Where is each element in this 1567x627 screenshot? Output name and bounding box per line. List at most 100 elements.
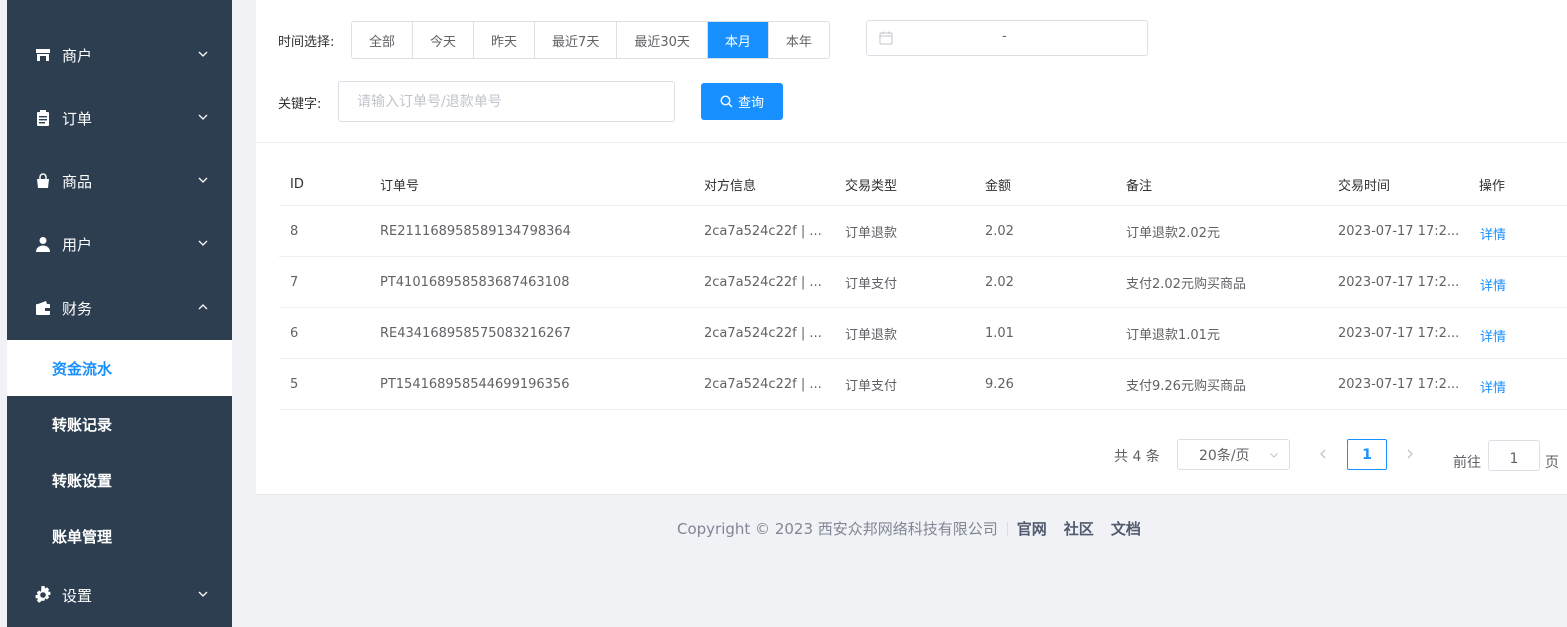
sidebar-item-settings[interactable]: 设置 (7, 575, 232, 615)
cell-note: 订单退款2.02元 (1126, 225, 1220, 241)
next-page-icon[interactable] (1403, 447, 1417, 461)
sidebar-item-order[interactable]: 订单 (7, 98, 232, 138)
fund-flow-card: 时间选择: 全部 今天 昨天 最近7天 最近30天 本月 本年 - 关键字: 查… (256, 0, 1567, 495)
page-unit-label: 页 (1545, 455, 1559, 471)
cell-amount: 2.02 (985, 223, 1014, 239)
sidebar-item-merchant[interactable]: 商户 (7, 35, 232, 75)
cell-note: 支付2.02元购买商品 (1126, 276, 1246, 292)
wallet-icon (34, 299, 52, 317)
time-option-this-year[interactable]: 本年 (768, 22, 829, 58)
sidebar-subitem-transfer-settings[interactable]: 转账设置 (7, 452, 232, 508)
table-row: 6 RE434168958575083216267 2ca7a524c22f |… (279, 308, 1567, 359)
column-header-counterparty: 对方信息 (704, 178, 757, 194)
page-size-select[interactable]: 20条/页 (1177, 439, 1290, 470)
goto-label: 前往 (1453, 455, 1481, 471)
detail-link[interactable]: 详情 (1480, 257, 1506, 307)
cell-order-no: PT410168958583687463108 (380, 274, 570, 290)
filter-divider (256, 142, 1567, 143)
table-header: ID 订单号 对方信息 交易类型 金额 备注 交易时间 操作 (279, 163, 1567, 206)
cell-type: 订单支付 (845, 276, 898, 292)
goto-page-input[interactable] (1488, 440, 1540, 471)
sidebar-subitem-fund-flow[interactable]: 资金流水 (7, 340, 232, 396)
left-edge (0, 0, 7, 627)
cell-counterparty: 2ca7a524c22f | ... (704, 274, 822, 290)
time-range-selector: 全部 今天 昨天 最近7天 最近30天 本月 本年 (351, 21, 830, 59)
footer-link-docs[interactable]: 文档 (1111, 518, 1141, 539)
footer: Copyright © 2023 西安众邦网络科技有限公司 官网 社区 文档 (677, 518, 1158, 539)
chevron-down-icon (198, 51, 208, 57)
cell-time: 2023-07-17 17:2... (1338, 223, 1460, 239)
cell-time: 2023-07-17 17:2... (1338, 376, 1460, 392)
sidebar-item-label: 财务 (62, 299, 93, 318)
cell-time: 2023-07-17 17:2... (1338, 274, 1460, 290)
user-icon (34, 235, 52, 253)
cell-order-no: RE211168958589134798364 (380, 223, 571, 239)
sidebar-subitem-bill-management[interactable]: 账单管理 (7, 508, 232, 564)
chevron-up-icon (198, 304, 208, 310)
time-option-yesterday[interactable]: 昨天 (474, 22, 536, 58)
copyright-text: Copyright © 2023 西安众邦网络科技有限公司 (677, 520, 998, 538)
page-number-current[interactable]: 1 (1347, 439, 1387, 470)
clipboard-icon (34, 109, 52, 127)
footer-link-community[interactable]: 社区 (1064, 518, 1094, 539)
table-row: 5 PT154168958544699196356 2ca7a524c22f |… (279, 359, 1567, 410)
prev-page-icon[interactable] (1316, 447, 1330, 461)
date-range-picker[interactable]: - (866, 20, 1148, 56)
sidebar-item-label: 订单 (62, 109, 93, 128)
cell-id: 6 (290, 325, 299, 341)
keyword-search-input[interactable] (338, 81, 675, 122)
time-option-today[interactable]: 今天 (413, 22, 475, 58)
chevron-down-icon (198, 114, 208, 120)
sidebar-item-label: 商品 (62, 172, 93, 191)
chevron-down-icon (198, 591, 208, 597)
detail-link[interactable]: 详情 (1480, 308, 1506, 358)
cell-time: 2023-07-17 17:2... (1338, 325, 1460, 341)
time-option-last-30-days[interactable]: 最近30天 (617, 22, 708, 58)
pagination-total: 共 4 条 (1114, 449, 1160, 465)
time-option-last-7-days[interactable]: 最近7天 (535, 22, 618, 58)
cell-counterparty: 2ca7a524c22f | ... (704, 376, 822, 392)
sidebar-item-user[interactable]: 用户 (7, 224, 232, 264)
time-option-all[interactable]: 全部 (352, 22, 414, 58)
cell-order-no: RE434168958575083216267 (380, 325, 571, 341)
search-button[interactable]: 查询 (701, 83, 783, 120)
time-filter-label: 时间选择: (278, 35, 335, 50)
chevron-down-icon (198, 177, 208, 183)
cell-note: 订单退款1.01元 (1126, 327, 1220, 343)
cell-id: 8 (290, 223, 299, 239)
column-header-id: ID (290, 176, 304, 192)
sidebar-item-label: 商户 (62, 46, 93, 65)
cell-amount: 1.01 (985, 325, 1014, 341)
cell-type: 订单退款 (845, 327, 898, 343)
keyword-label: 关键字: (278, 97, 322, 112)
cell-counterparty: 2ca7a524c22f | ... (704, 223, 822, 239)
sidebar-subitem-transfer-records[interactable]: 转账记录 (7, 396, 232, 452)
page-size-value: 20条/页 (1199, 447, 1250, 464)
cell-note: 支付9.26元购买商品 (1126, 378, 1246, 394)
gear-icon (34, 586, 52, 604)
detail-link[interactable]: 详情 (1480, 206, 1506, 256)
column-header-note: 备注 (1126, 178, 1153, 194)
cell-counterparty: 2ca7a524c22f | ... (704, 325, 822, 341)
cell-id: 7 (290, 274, 299, 290)
chevron-down-icon (198, 240, 208, 246)
footer-divider (1006, 521, 1008, 536)
column-header-time: 交易时间 (1338, 178, 1391, 194)
detail-link[interactable]: 详情 (1480, 359, 1506, 409)
calendar-icon (879, 31, 893, 45)
column-header-type: 交易类型 (845, 178, 898, 194)
date-range-separator: - (1002, 29, 1007, 44)
chevron-down-icon (1270, 453, 1278, 458)
sidebar-item-label: 设置 (62, 586, 93, 605)
footer-link-website[interactable]: 官网 (1017, 518, 1047, 539)
search-button-label: 查询 (737, 96, 764, 111)
cell-id: 5 (290, 376, 299, 392)
sidebar-item-product[interactable]: 商品 (7, 161, 232, 201)
table-row: 7 PT410168958583687463108 2ca7a524c22f |… (279, 257, 1567, 308)
time-option-this-month[interactable]: 本月 (707, 22, 769, 58)
cell-order-no: PT154168958544699196356 (380, 376, 570, 392)
shopping-bag-icon (34, 172, 52, 190)
sidebar-item-finance[interactable]: 财务 (7, 288, 232, 328)
search-icon (720, 95, 733, 108)
table-row: 8 RE211168958589134798364 2ca7a524c22f |… (279, 206, 1567, 257)
